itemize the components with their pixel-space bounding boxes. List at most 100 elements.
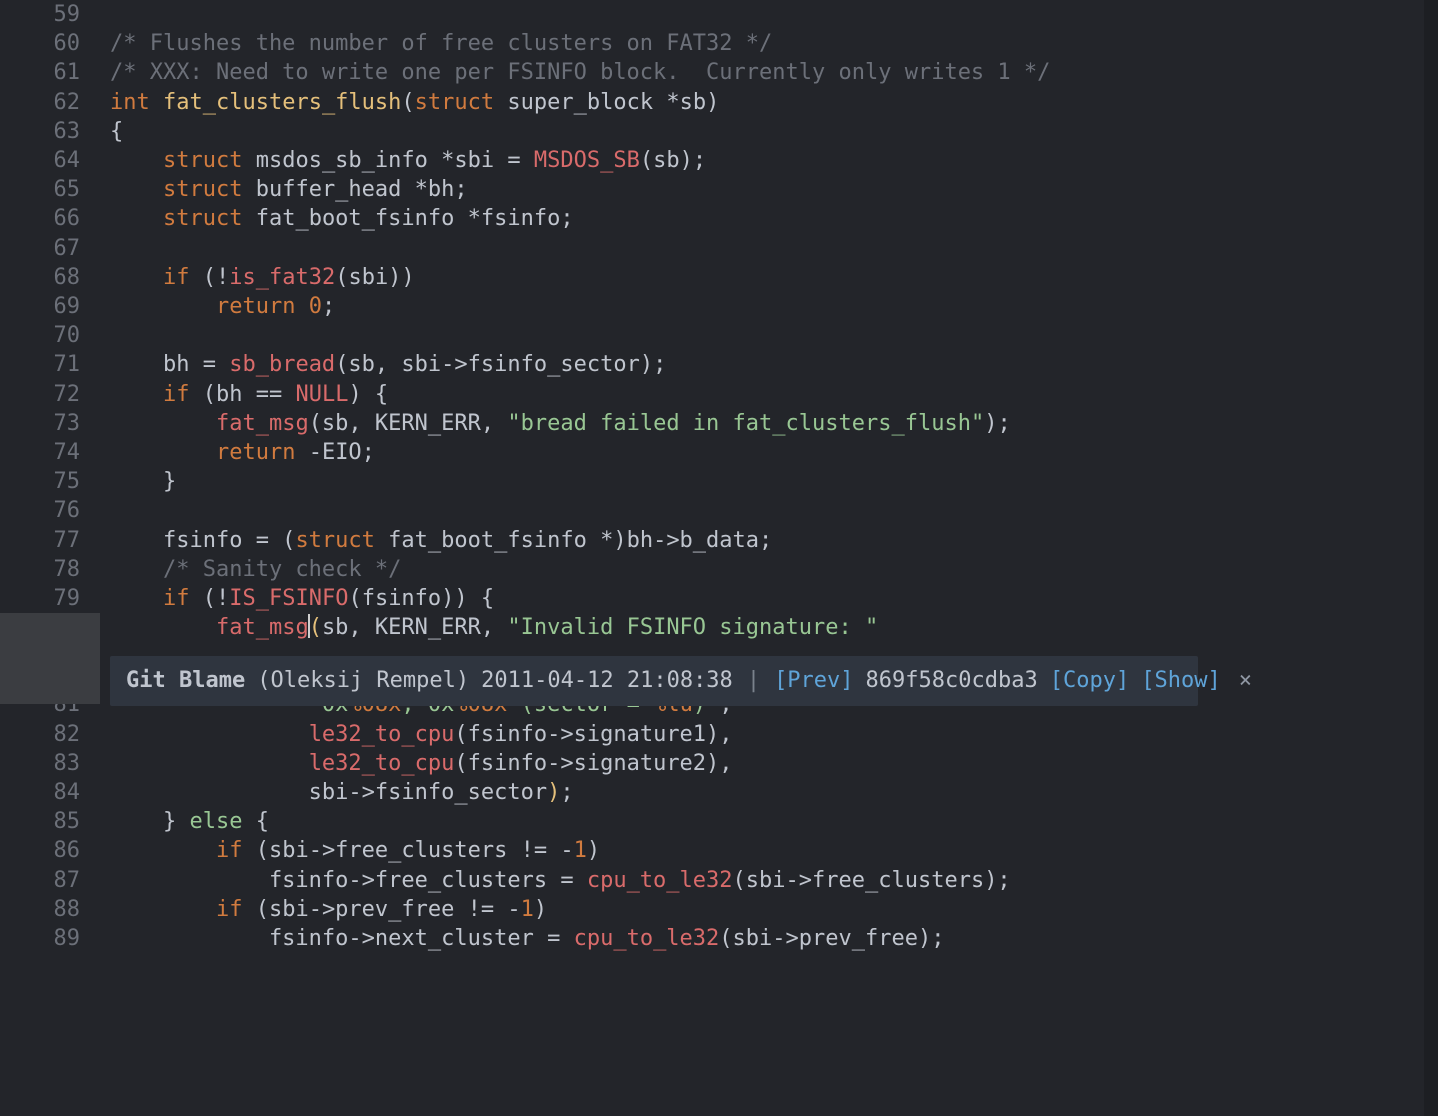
line-number: 83 bbox=[0, 749, 100, 778]
token: { bbox=[110, 119, 123, 144]
code-line[interactable]: 59 bbox=[0, 0, 1438, 29]
code-content[interactable]: fsinfo = (struct fat_boot_fsinfo *)bh->b… bbox=[100, 526, 1438, 555]
code-line[interactable]: 71 bh = sb_bread(sb, sbi->fsinfo_sector)… bbox=[0, 350, 1438, 379]
code-line[interactable]: 61/* XXX: Need to write one per FSINFO b… bbox=[0, 58, 1438, 87]
code-content[interactable]: /* Sanity check */ bbox=[100, 555, 1438, 584]
code-line[interactable]: 88 if (sbi->prev_free != -1) bbox=[0, 895, 1438, 924]
code-line[interactable]: 80 fat_msg(sb, KERN_ERR, "Invalid FSINFO… bbox=[0, 613, 1438, 642]
line-number: 73 bbox=[0, 409, 100, 438]
code-line[interactable]: 68 if (!is_fat32(sbi)) bbox=[0, 263, 1438, 292]
token: } bbox=[110, 809, 189, 834]
code-editor[interactable]: 5960/* Flushes the number of free cluste… bbox=[0, 0, 1438, 1116]
blame-separator: | bbox=[745, 666, 762, 695]
code-content[interactable]: le32_to_cpu(fsinfo->signature1), bbox=[100, 720, 1438, 749]
code-content[interactable]: struct fat_boot_fsinfo *fsinfo; bbox=[100, 204, 1438, 233]
code-content[interactable]: { bbox=[100, 117, 1438, 146]
line-number: 68 bbox=[0, 263, 100, 292]
code-content[interactable]: return -EIO; bbox=[100, 438, 1438, 467]
token: fat_clusters_flush bbox=[163, 90, 401, 115]
code-content[interactable] bbox=[100, 496, 1438, 525]
blame-show-link[interactable]: [Show] bbox=[1141, 666, 1220, 695]
token: if bbox=[163, 382, 190, 407]
code-line[interactable]: 86 if (sbi->free_clusters != -1) bbox=[0, 836, 1438, 865]
token: sb_bread bbox=[229, 352, 335, 377]
code-content[interactable]: if (bh == NULL) { bbox=[100, 380, 1438, 409]
token: (sbi->free_clusters != - bbox=[242, 838, 573, 863]
line-number: 85 bbox=[0, 807, 100, 836]
code-line[interactable]: 87 fsinfo->free_clusters = cpu_to_le32(s… bbox=[0, 866, 1438, 895]
code-content[interactable]: } bbox=[100, 467, 1438, 496]
token: (sbi->free_clusters); bbox=[733, 868, 1011, 893]
code-line[interactable]: 89 fsinfo->next_cluster = cpu_to_le32(sb… bbox=[0, 924, 1438, 953]
line-number: 70 bbox=[0, 321, 100, 350]
code-line[interactable]: 72 if (bh == NULL) { bbox=[0, 380, 1438, 409]
scrollbar-track[interactable] bbox=[1424, 0, 1438, 1116]
token bbox=[110, 440, 216, 465]
code-line[interactable]: 64 struct msdos_sb_info *sbi = MSDOS_SB(… bbox=[0, 146, 1438, 175]
code-line[interactable]: 74 return -EIO; bbox=[0, 438, 1438, 467]
code-content[interactable]: } else { bbox=[100, 807, 1438, 836]
line-number: 59 bbox=[0, 0, 100, 29]
code-line[interactable]: 78 /* Sanity check */ bbox=[0, 555, 1438, 584]
code-content[interactable] bbox=[100, 234, 1438, 263]
code-content[interactable]: fat_msg(sb, KERN_ERR, "Invalid FSINFO si… bbox=[100, 613, 1438, 642]
line-number: 67 bbox=[0, 234, 100, 263]
code-content[interactable]: int fat_clusters_flush(struct super_bloc… bbox=[100, 88, 1438, 117]
token: ) bbox=[547, 780, 560, 805]
code-line[interactable]: 84 sbi->fsinfo_sector); bbox=[0, 778, 1438, 807]
code-content[interactable]: le32_to_cpu(fsinfo->signature2), bbox=[100, 749, 1438, 778]
line-number: 77 bbox=[0, 526, 100, 555]
code-content[interactable]: return 0; bbox=[100, 292, 1438, 321]
code-line[interactable]: 66 struct fat_boot_fsinfo *fsinfo; bbox=[0, 204, 1438, 233]
token bbox=[110, 265, 163, 290]
token: fsinfo = ( bbox=[110, 528, 295, 553]
code-line[interactable]: 76 bbox=[0, 496, 1438, 525]
code-content[interactable]: if (sbi->prev_free != -1) bbox=[100, 895, 1438, 924]
code-line[interactable]: 60/* Flushes the number of free clusters… bbox=[0, 29, 1438, 58]
code-content[interactable]: fsinfo->free_clusters = cpu_to_le32(sbi-… bbox=[100, 866, 1438, 895]
token: (fsinfo)) { bbox=[348, 586, 494, 611]
code-line[interactable]: 63 { bbox=[0, 117, 1438, 146]
code-line[interactable]: 67 bbox=[0, 234, 1438, 263]
code-content[interactable]: if (sbi->free_clusters != -1) bbox=[100, 836, 1438, 865]
code-line[interactable]: 75 } bbox=[0, 467, 1438, 496]
blame-copy-link[interactable]: [Copy] bbox=[1050, 666, 1129, 695]
token: 0 bbox=[309, 294, 322, 319]
token: le32_to_cpu bbox=[309, 751, 455, 776]
line-number: 72 bbox=[0, 380, 100, 409]
code-content[interactable]: bh = sb_bread(sb, sbi->fsinfo_sector); bbox=[100, 350, 1438, 379]
token: /* Sanity check */ bbox=[163, 557, 401, 582]
token bbox=[110, 382, 163, 407]
code-line[interactable]: 65 struct buffer_head *bh; bbox=[0, 175, 1438, 204]
code-line[interactable]: 77 fsinfo = (struct fat_boot_fsinfo *)bh… bbox=[0, 526, 1438, 555]
code-content[interactable]: if (!IS_FSINFO(fsinfo)) { bbox=[100, 584, 1438, 613]
blame-prev-link[interactable]: [Prev] bbox=[774, 666, 853, 695]
code-content[interactable]: struct msdos_sb_info *sbi = MSDOS_SB(sb)… bbox=[100, 146, 1438, 175]
code-content[interactable]: if (!is_fat32(sbi)) bbox=[100, 263, 1438, 292]
token: struct bbox=[163, 206, 242, 231]
code-content[interactable]: /* XXX: Need to write one per FSINFO blo… bbox=[100, 58, 1438, 87]
line-number: 61 bbox=[0, 58, 100, 87]
code-content[interactable]: fsinfo->next_cluster = cpu_to_le32(sbi->… bbox=[100, 924, 1438, 953]
code-line[interactable]: 69 return 0; bbox=[0, 292, 1438, 321]
token: (bh == bbox=[189, 382, 295, 407]
line-number: 87 bbox=[0, 866, 100, 895]
code-content[interactable]: fat_msg(sb, KERN_ERR, "bread failed in f… bbox=[100, 409, 1438, 438]
code-line[interactable]: 79 if (!IS_FSINFO(fsinfo)) { bbox=[0, 584, 1438, 613]
code-line[interactable]: 73 fat_msg(sb, KERN_ERR, "bread failed i… bbox=[0, 409, 1438, 438]
code-content[interactable] bbox=[100, 321, 1438, 350]
code-content[interactable] bbox=[100, 0, 1438, 29]
code-line[interactable]: 83 le32_to_cpu(fsinfo->signature2), bbox=[0, 749, 1438, 778]
blame-close-button[interactable]: × bbox=[1233, 666, 1258, 695]
code-content[interactable]: struct buffer_head *bh; bbox=[100, 175, 1438, 204]
line-number: 63 bbox=[0, 117, 100, 146]
token: ( bbox=[309, 615, 322, 640]
code-line[interactable]: 62int fat_clusters_flush(struct super_bl… bbox=[0, 88, 1438, 117]
line-number: 62 bbox=[0, 88, 100, 117]
code-content[interactable]: /* Flushes the number of free clusters o… bbox=[100, 29, 1438, 58]
code-line[interactable]: 82 le32_to_cpu(fsinfo->signature1), bbox=[0, 720, 1438, 749]
token: ) bbox=[587, 838, 600, 863]
code-line[interactable]: 70 bbox=[0, 321, 1438, 350]
code-content[interactable]: sbi->fsinfo_sector); bbox=[100, 778, 1438, 807]
code-line[interactable]: 85 } else { bbox=[0, 807, 1438, 836]
